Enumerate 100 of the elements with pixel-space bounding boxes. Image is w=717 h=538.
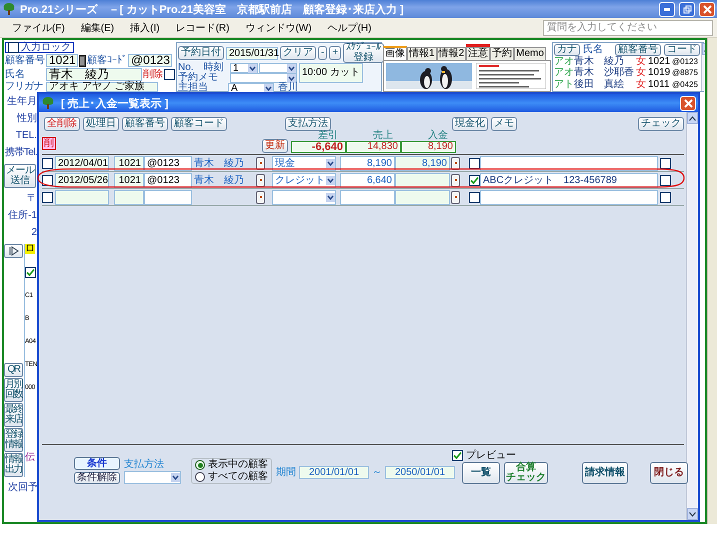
toolbar-button[interactable]: 支払方法 bbox=[285, 117, 331, 131]
reservation-date-field[interactable]: 2015/01/31 bbox=[226, 46, 278, 60]
preview-checkbox[interactable] bbox=[452, 450, 463, 460]
toolbar-button[interactable]: メモ bbox=[491, 117, 517, 131]
detail-button[interactable] bbox=[451, 156, 460, 170]
tab[interactable]: 画像 bbox=[383, 46, 407, 60]
side-button[interactable]: 登録 情報 bbox=[4, 428, 23, 452]
sales-field[interactable] bbox=[340, 190, 395, 204]
restore-button[interactable] bbox=[679, 2, 695, 16]
toolbar-button[interactable]: 現金化 bbox=[452, 117, 488, 131]
help-search-field[interactable]: 質問を入力してください bbox=[543, 20, 713, 36]
toolbar-button[interactable]: チェック bbox=[638, 117, 684, 131]
code-field[interactable] bbox=[144, 190, 192, 204]
number-dropdown[interactable]: 1 bbox=[230, 63, 258, 73]
side-button[interactable]: 最終 来店 bbox=[4, 403, 23, 427]
number-sort-button[interactable]: 顧客番号 bbox=[615, 44, 661, 56]
row-checkbox[interactable] bbox=[42, 158, 53, 168]
time-dropdown[interactable] bbox=[259, 63, 297, 73]
delete-icon[interactable]: 削 bbox=[42, 137, 56, 150]
scroll-up-icon[interactable] bbox=[687, 112, 698, 124]
menu-item[interactable]: レコード(R) bbox=[168, 20, 238, 34]
date-from-field[interactable]: 2001/01/01 bbox=[299, 466, 369, 479]
checkbox[interactable] bbox=[25, 267, 36, 278]
row-checkbox[interactable] bbox=[660, 192, 671, 202]
update-button[interactable]: 更新 bbox=[262, 139, 288, 153]
row-checkbox[interactable] bbox=[660, 174, 671, 186]
code-field[interactable]: @0123 bbox=[144, 156, 192, 170]
tab[interactable]: Memo bbox=[514, 47, 546, 60]
menu-item[interactable]: ヘルプ(H) bbox=[320, 20, 380, 34]
scope-radio[interactable]: 表示中の顧客 bbox=[195, 460, 268, 470]
total-check-button[interactable]: 合算 チェック bbox=[504, 462, 548, 484]
toolbar-button[interactable]: 顧客コード bbox=[171, 117, 227, 131]
minus-button[interactable]: - bbox=[318, 46, 328, 60]
clear-condition-button[interactable]: 条件解除 bbox=[74, 472, 120, 484]
memo-checkbox[interactable] bbox=[469, 158, 480, 168]
input-lock-checkbox[interactable]: 入力ロック bbox=[5, 42, 74, 53]
paid-field[interactable]: 8,190 bbox=[395, 156, 450, 170]
tab[interactable]: 情報1 bbox=[407, 47, 437, 60]
row-checkbox[interactable] bbox=[42, 174, 53, 186]
toolbar-button[interactable]: 顧客番号 bbox=[122, 117, 168, 131]
billing-button[interactable]: 請求情報 bbox=[582, 462, 628, 484]
name-field[interactable]: 青木 綾乃 bbox=[46, 68, 142, 81]
toolbar-button[interactable]: 処理日 bbox=[83, 117, 119, 131]
tab[interactable]: 予約 bbox=[490, 47, 514, 60]
number-field[interactable]: 1021 bbox=[114, 172, 144, 188]
plus-button[interactable]: + bbox=[329, 46, 342, 60]
send-mail-button[interactable]: メール 送信 bbox=[4, 164, 36, 188]
memo-field[interactable] bbox=[480, 190, 658, 204]
memo-field[interactable] bbox=[480, 156, 658, 170]
row-checkbox[interactable] bbox=[42, 192, 53, 202]
schedule-button[interactable]: ｽｹｼﾞｭｰﾙ 登録 bbox=[343, 43, 384, 63]
furigana-field[interactable]: アオキ アヤノ ご家族 bbox=[46, 82, 158, 92]
staff-rank-dropdown[interactable]: A bbox=[228, 83, 274, 92]
date-to-field[interactable]: 2050/01/01 bbox=[385, 466, 455, 479]
code-sort-button[interactable]: コード bbox=[664, 44, 700, 56]
memo-checkbox[interactable] bbox=[469, 192, 480, 202]
menu-item[interactable]: 編集(E) bbox=[72, 20, 122, 34]
play-button[interactable] bbox=[4, 244, 23, 258]
date-field[interactable]: 2012/05/26 bbox=[55, 172, 109, 188]
reservation-date-button[interactable]: 予約日付 bbox=[178, 46, 224, 60]
side-button[interactable]: 月別 回数 bbox=[4, 378, 23, 402]
side-button[interactable]: QR bbox=[4, 363, 23, 377]
payment-dropdown[interactable]: クレジット bbox=[272, 172, 336, 188]
delete-checkbox[interactable] bbox=[164, 69, 175, 80]
menu-item[interactable]: ファイル(F) bbox=[4, 20, 73, 34]
date-field[interactable]: 2012/04/01 bbox=[55, 156, 109, 170]
number-field[interactable] bbox=[114, 190, 144, 204]
kana-sort-button[interactable]: カナ bbox=[554, 44, 580, 56]
memo-checkbox[interactable] bbox=[469, 174, 480, 186]
side-button[interactable]: 情報 出力 bbox=[4, 453, 23, 477]
list-button[interactable]: 一覧 bbox=[462, 462, 500, 484]
close-dialog-button[interactable]: 閉じる bbox=[650, 462, 688, 484]
tab[interactable]: 注意 bbox=[466, 47, 490, 60]
close-button[interactable] bbox=[680, 96, 696, 110]
radio-circle[interactable] bbox=[195, 460, 205, 470]
row-checkbox[interactable] bbox=[660, 158, 671, 168]
detail-button[interactable] bbox=[256, 174, 265, 186]
sales-field[interactable]: 6,640 bbox=[340, 172, 395, 188]
sales-field[interactable]: 8,190 bbox=[340, 156, 395, 170]
memo-field[interactable]: ABCクレジット 123-456789 bbox=[480, 172, 658, 188]
paid-field[interactable] bbox=[395, 172, 450, 188]
customer-code-field[interactable]: @0123 bbox=[128, 54, 172, 67]
tab[interactable]: 情報2 bbox=[436, 47, 466, 60]
menu-item[interactable]: ウィンドウ(W) bbox=[237, 20, 320, 34]
detail-button[interactable] bbox=[256, 156, 265, 170]
minimize-button[interactable] bbox=[659, 2, 675, 16]
number-field[interactable]: 1021 bbox=[114, 156, 144, 170]
memo-dropdown[interactable] bbox=[230, 73, 297, 83]
close-button[interactable] bbox=[699, 2, 715, 16]
paid-field[interactable] bbox=[395, 190, 450, 204]
detail-button[interactable] bbox=[256, 190, 265, 204]
date-field[interactable] bbox=[55, 190, 109, 204]
customer-number-field[interactable]: 1021 bbox=[46, 54, 78, 67]
book-icon[interactable] bbox=[79, 54, 86, 66]
detail-button[interactable] bbox=[451, 174, 460, 186]
code-field[interactable]: @0123 bbox=[144, 172, 192, 188]
menu-item[interactable]: 挿入(I) bbox=[122, 20, 168, 34]
radio-circle[interactable] bbox=[195, 472, 205, 482]
toolbar-button[interactable]: 全削除 bbox=[44, 117, 80, 131]
payment-dropdown[interactable]: 現金 bbox=[272, 156, 336, 170]
